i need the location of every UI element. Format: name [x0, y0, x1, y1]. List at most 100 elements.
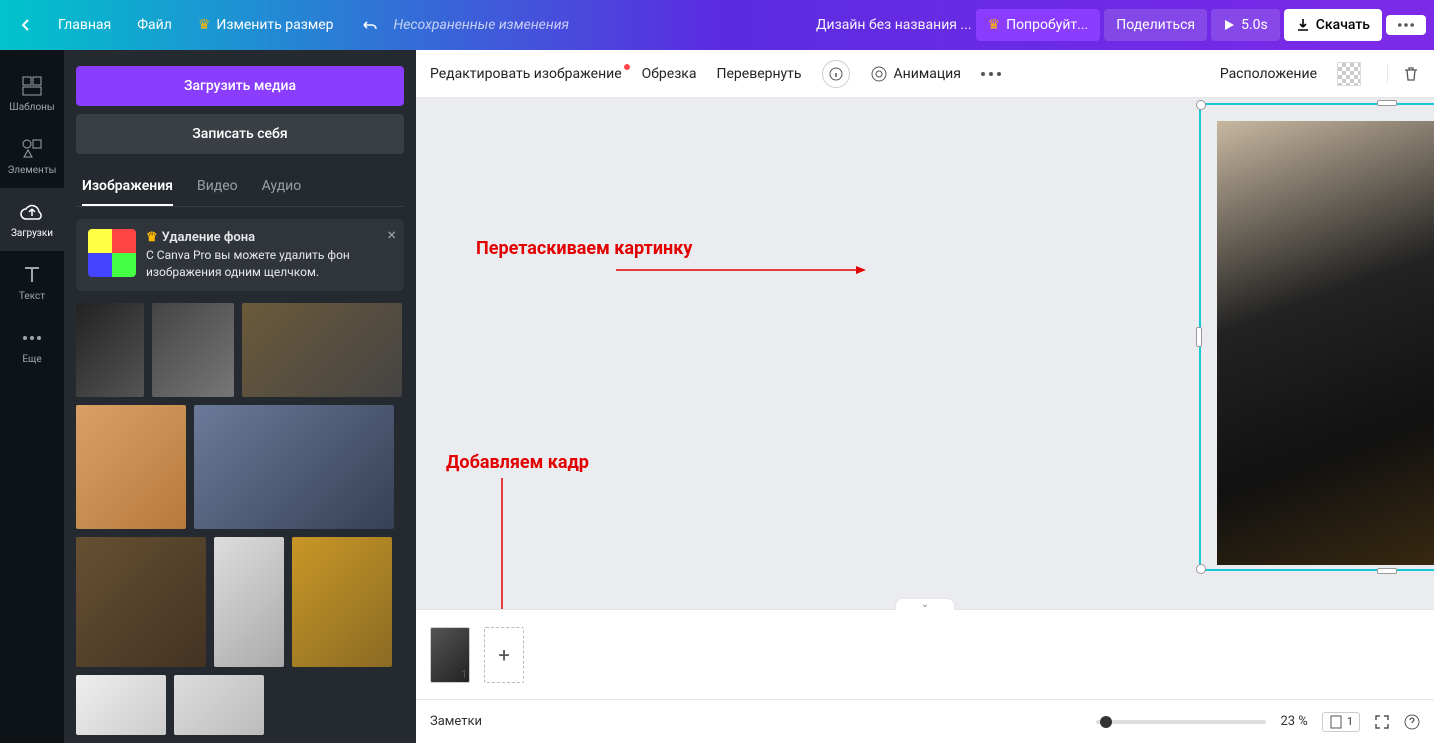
resize-handle[interactable]: [1196, 100, 1206, 110]
promo-thumb: [88, 229, 136, 277]
bottom-bar: Заметки 23 % 1: [416, 699, 1434, 743]
notes-button[interactable]: Заметки: [430, 714, 482, 729]
templates-icon: [20, 74, 44, 98]
upload-media-button[interactable]: Загрузить медиа: [76, 66, 404, 106]
rail-elements[interactable]: Элементы: [0, 125, 64, 188]
ellipsis-icon: [981, 72, 1001, 76]
file-label: Файл: [137, 17, 172, 33]
rail-templates-label: Шаблоны: [9, 102, 54, 113]
page-number: 1: [461, 668, 467, 681]
download-icon: [1296, 18, 1310, 32]
resize-button[interactable]: ♛Изменить размер: [186, 9, 346, 41]
uploads-gallery: [76, 303, 404, 743]
more-options-button[interactable]: [981, 72, 1001, 76]
rail-more-label: Еще: [22, 354, 41, 365]
fullscreen-button[interactable]: [1374, 714, 1390, 730]
arrow-icon: [616, 266, 866, 274]
download-button[interactable]: Скачать: [1284, 9, 1382, 41]
rail-text[interactable]: Текст: [0, 251, 64, 314]
help-icon: [1404, 714, 1420, 730]
zoom-value: 23 %: [1280, 714, 1307, 729]
canvas-image[interactable]: [1217, 121, 1434, 565]
rail-more[interactable]: Еще: [0, 314, 64, 377]
resize-handle[interactable]: [1377, 568, 1397, 574]
promo-desc: С Canva Pro вы можете удалить фон изобра…: [146, 247, 392, 281]
annotation-drag: Перетаскиваем картинку: [476, 238, 692, 259]
crown-icon: ♛: [146, 229, 158, 247]
upload-thumb[interactable]: [292, 537, 392, 667]
resize-handle[interactable]: [1196, 327, 1202, 347]
rail-uploads[interactable]: Загрузки: [0, 188, 64, 251]
play-icon: [1223, 19, 1235, 31]
add-frame-button[interactable]: +: [484, 627, 524, 683]
animation-button[interactable]: Анимация: [870, 65, 961, 83]
delete-button[interactable]: [1387, 65, 1420, 83]
crown-icon: ♛: [198, 17, 211, 33]
trash-icon: [1402, 65, 1420, 83]
top-bar: Главная Файл ♛Изменить размер Несохранен…: [0, 0, 1434, 50]
upload-thumb[interactable]: [194, 405, 394, 529]
upload-thumb[interactable]: [76, 675, 166, 735]
help-button[interactable]: [1404, 714, 1420, 730]
upload-thumb[interactable]: [76, 537, 206, 667]
duration-label: 5.0s: [1241, 17, 1268, 33]
upload-thumb[interactable]: [214, 537, 284, 667]
upload-thumb[interactable]: [76, 303, 144, 397]
fullscreen-icon: [1374, 714, 1390, 730]
page-view-button[interactable]: 1: [1322, 712, 1360, 732]
home-button[interactable]: Главная: [46, 9, 123, 41]
selected-element[interactable]: [1199, 103, 1434, 571]
transparency-button[interactable]: [1337, 62, 1361, 86]
page-icon: [1329, 715, 1343, 729]
upload-thumb[interactable]: [76, 405, 186, 529]
tab-video[interactable]: Видео: [197, 168, 238, 206]
edit-image-button[interactable]: Редактировать изображение: [430, 66, 622, 82]
promo-close-button[interactable]: ×: [387, 225, 396, 244]
crop-button[interactable]: Обрезка: [642, 66, 697, 82]
try-pro-button[interactable]: ♛Попробуйт...: [976, 9, 1101, 41]
tab-images[interactable]: Изображения: [82, 168, 173, 206]
tab-audio[interactable]: Аудио: [262, 168, 302, 206]
share-label: Поделиться: [1116, 17, 1195, 33]
position-button[interactable]: Расположение: [1220, 66, 1317, 82]
rail-uploads-label: Загрузки: [11, 228, 53, 239]
file-menu[interactable]: Файл: [125, 9, 184, 41]
side-rail: Шаблоны Элементы Загрузки Текст Еще: [0, 50, 64, 743]
upload-thumb[interactable]: [242, 303, 402, 397]
document-title[interactable]: Дизайн без названия ...: [816, 17, 972, 33]
canvas-stage[interactable]: Перетаскиваем картинку Добавляем кадр: [416, 98, 1434, 609]
undo-button[interactable]: [348, 10, 390, 40]
bg-remover-promo: ♛Удаление фона С Canva Pro вы можете уда…: [76, 219, 404, 291]
unsaved-changes-label: Несохраненные изменения: [394, 17, 569, 33]
ellipsis-icon: [1398, 23, 1414, 27]
zoom-slider[interactable]: [1096, 720, 1266, 724]
arrow-icon: [498, 478, 506, 609]
uploads-icon: [20, 200, 44, 224]
promo-title: Удаление фона: [162, 229, 255, 247]
resize-handle[interactable]: [1196, 564, 1206, 574]
canvas-area: Редактировать изображение Обрезка Переве…: [416, 50, 1434, 743]
new-badge-icon: [624, 64, 630, 70]
download-label: Скачать: [1316, 17, 1370, 33]
annotation-add: Добавляем кадр: [446, 452, 589, 473]
record-yourself-button[interactable]: Записать себя: [76, 114, 404, 154]
back-button[interactable]: [8, 11, 44, 39]
resize-handle[interactable]: [1377, 100, 1397, 106]
crown-icon: ♛: [988, 17, 1001, 33]
expand-reel-button[interactable]: ⌄: [895, 598, 955, 610]
upload-thumb[interactable]: [174, 675, 264, 735]
text-icon: [20, 263, 44, 287]
info-button[interactable]: [822, 60, 850, 88]
rail-text-label: Текст: [19, 291, 45, 302]
info-icon: [829, 67, 843, 81]
upload-thumb[interactable]: [152, 303, 234, 397]
more-menu-button[interactable]: [1386, 15, 1426, 35]
flip-button[interactable]: Перевернуть: [717, 66, 802, 82]
rail-templates[interactable]: Шаблоны: [0, 62, 64, 125]
elements-icon: [20, 137, 44, 161]
uploads-panel: Загрузить медиа Записать себя Изображени…: [64, 50, 416, 743]
record-label: Записать себя: [192, 126, 287, 142]
play-button[interactable]: 5.0s: [1211, 9, 1280, 41]
slider-knob[interactable]: [1100, 716, 1112, 728]
share-button[interactable]: Поделиться: [1104, 9, 1207, 41]
